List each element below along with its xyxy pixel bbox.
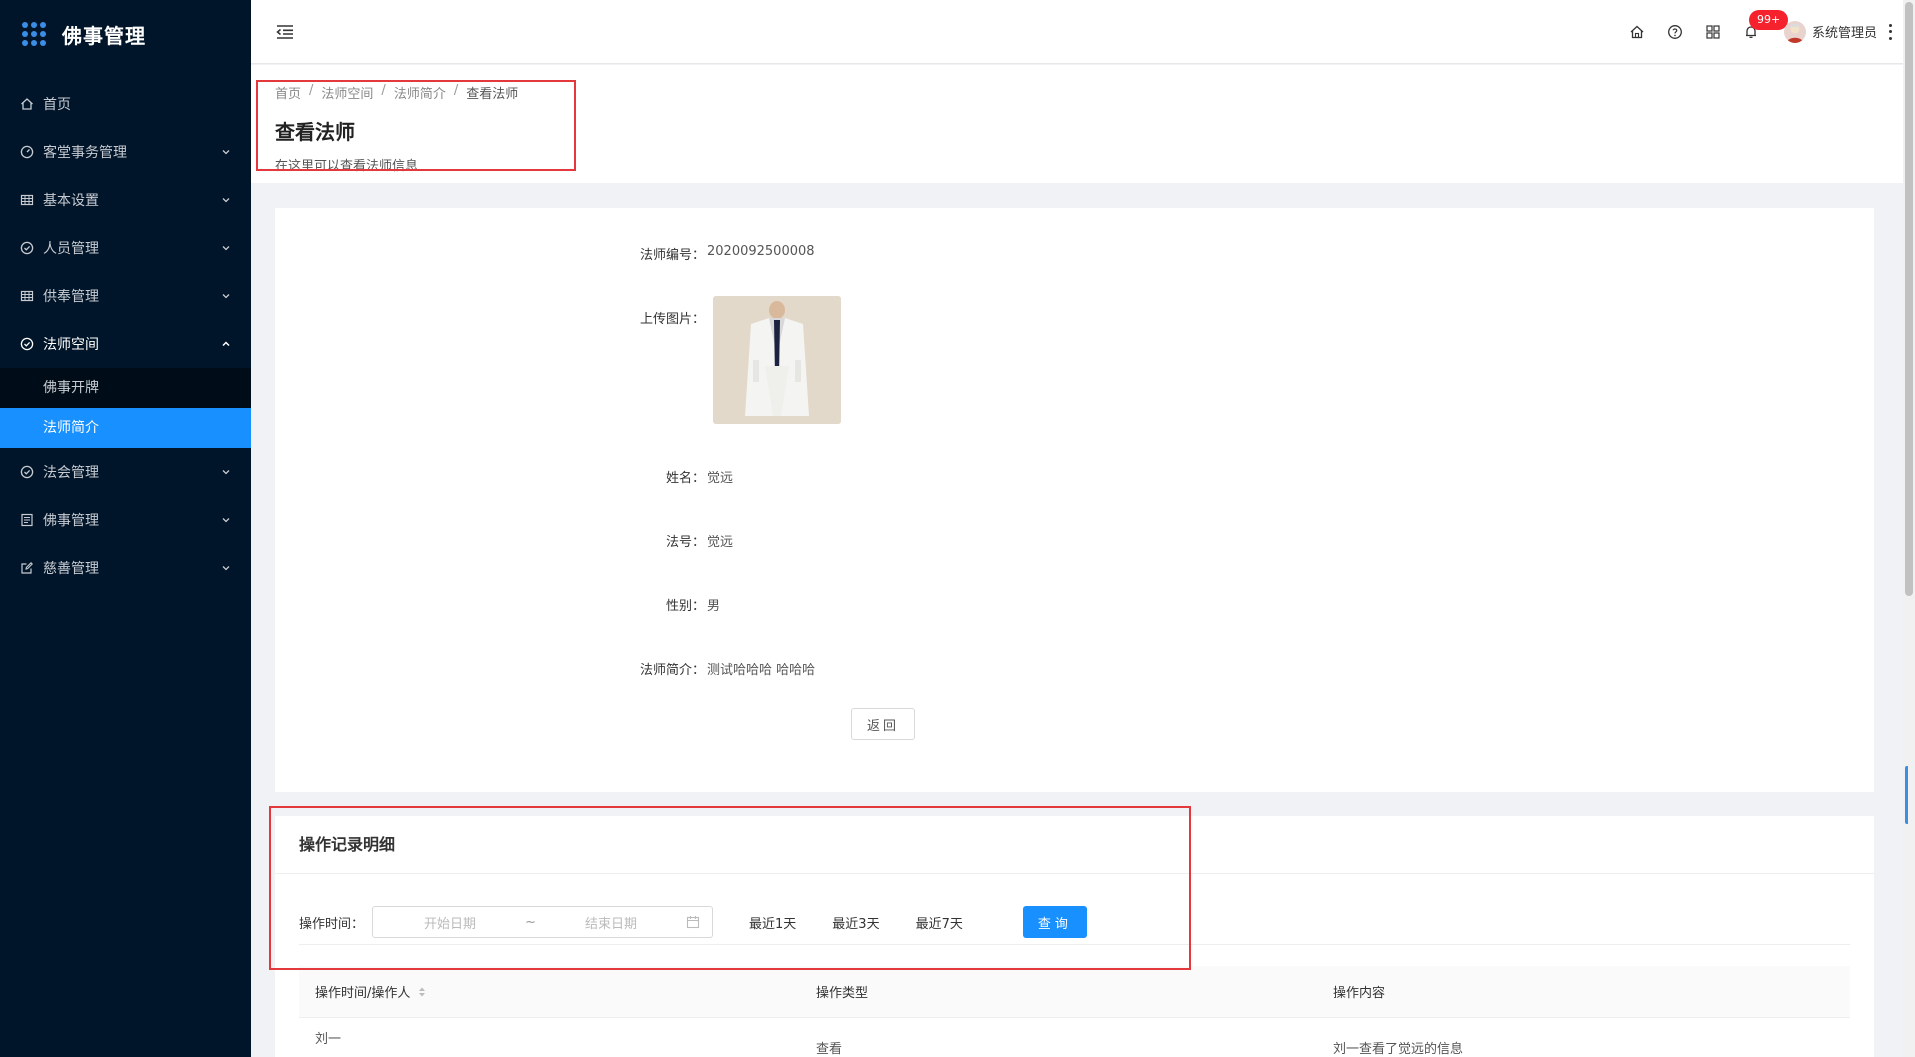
more-vertical-icon[interactable] xyxy=(1889,23,1893,40)
sidebar-item-label: 客堂事务管理 xyxy=(43,145,127,161)
sidebar-item-label: 佛事管理 xyxy=(43,513,99,529)
bell-icon[interactable]: 99+ xyxy=(1743,9,1789,40)
sidebar-item-buddhist-affairs[interactable]: 佛事管理 xyxy=(0,496,251,544)
scroll-indicator xyxy=(1905,766,1915,824)
dharma-name-value: 觉远 xyxy=(707,535,734,550)
app-title: 佛事管理 xyxy=(62,23,146,48)
sidebar-item-label: 慈善管理 xyxy=(43,561,99,577)
field-master-number: 法师编号： 2020092500008 xyxy=(275,244,1874,263)
table-icon xyxy=(20,289,34,303)
row-operator: 刘一 xyxy=(315,1032,342,1047)
page-scrollbar[interactable] xyxy=(1903,0,1915,1057)
field-intro: 法师简介： 测试哈哈哈 哈哈哈 xyxy=(275,659,1874,678)
apps-icon[interactable] xyxy=(1705,24,1721,40)
gender-value: 男 xyxy=(707,599,721,614)
dashboard-icon xyxy=(20,145,34,159)
sidebar-item-offerings[interactable]: 供奉管理 xyxy=(0,272,251,320)
sidebar-item-label: 人员管理 xyxy=(43,241,99,257)
apps-grid-icon xyxy=(22,22,46,46)
sidebar-subitem-buddhist-rite-open[interactable]: 佛事开牌 xyxy=(0,368,251,408)
sidebar-item-label: 供奉管理 xyxy=(43,289,99,305)
field-label: 法号： xyxy=(665,535,705,550)
table-icon xyxy=(20,193,34,207)
sidebar-submenu: 佛事开牌 法师简介 xyxy=(0,368,251,448)
sidebar-item-basic-settings[interactable]: 基本设置 xyxy=(0,176,251,224)
header-actions: 99+ 系统管理员 xyxy=(1618,0,1893,64)
list-icon xyxy=(20,513,34,527)
master-number-value: 2020092500008 xyxy=(707,244,815,259)
sidebar-item-label: 首页 xyxy=(43,97,71,113)
row-content: 刘一查看了觉远的信息 xyxy=(1333,1042,1464,1057)
sidebar-item-personnel[interactable]: 人员管理 xyxy=(0,224,251,272)
chevron-down-icon xyxy=(222,518,230,523)
column-header-time-operator[interactable]: 操作时间/操作人 xyxy=(299,982,816,1001)
sidebar-menu: 首页 客堂事务管理 基本设置 人员管理 供奉管理 法师空间 佛事开牌 法师简介 … xyxy=(0,80,251,592)
field-name: 姓名： 觉远 xyxy=(275,467,1874,486)
logo[interactable]: 佛事管理 xyxy=(0,0,251,68)
field-label: 性别： xyxy=(665,599,705,614)
chevron-down-icon xyxy=(222,470,230,475)
chevron-down-icon xyxy=(222,198,230,203)
sidebar-item-guest-hall[interactable]: 客堂事务管理 xyxy=(0,128,251,176)
sidebar-item-master-space[interactable]: 法师空间 xyxy=(0,320,251,368)
sidebar-item-label: 法会管理 xyxy=(43,465,99,481)
column-header-content: 操作内容 xyxy=(1333,986,1386,1001)
sidebar: 佛事管理 首页 客堂事务管理 基本设置 人员管理 供奉管理 法师空间 佛事开牌 … xyxy=(0,0,251,1057)
check-circle-icon xyxy=(20,465,34,479)
chevron-down-icon xyxy=(222,566,230,571)
help-icon[interactable] xyxy=(1667,24,1683,40)
master-photo[interactable] xyxy=(713,296,841,424)
highlight-box xyxy=(256,80,576,171)
master-detail-card: 法师编号： 2020092500008 上传图片： 姓名： 觉远 法号： 觉远 … xyxy=(275,208,1874,792)
chevron-down-icon xyxy=(222,294,230,299)
user-name[interactable]: 系统管理员 xyxy=(1812,22,1877,41)
sidebar-item-home[interactable]: 首页 xyxy=(0,80,251,128)
field-gender: 性别： 男 xyxy=(275,595,1874,614)
field-photo: 上传图片： xyxy=(275,308,1874,327)
field-label: 上传图片： xyxy=(639,312,705,327)
home-icon xyxy=(20,97,34,111)
intro-value: 测试哈哈哈 哈哈哈 xyxy=(707,663,816,678)
sidebar-item-label: 法师空间 xyxy=(43,337,99,353)
field-label: 法师简介： xyxy=(639,663,705,678)
check-circle-icon xyxy=(20,241,34,255)
chevron-down-icon xyxy=(222,246,230,251)
sidebar-item-label: 基本设置 xyxy=(43,193,99,209)
chevron-up-icon xyxy=(222,341,230,347)
name-value: 觉远 xyxy=(707,471,734,486)
column-header-label: 操作时间/操作人 xyxy=(315,986,411,1001)
chevron-down-icon xyxy=(222,150,230,155)
column-header-type: 操作类型 xyxy=(816,986,869,1001)
home-icon[interactable] xyxy=(1629,24,1645,40)
field-label: 姓名： xyxy=(665,471,705,486)
check-circle-icon xyxy=(20,337,34,351)
highlight-box xyxy=(269,806,1191,970)
sidebar-item-charity[interactable]: 慈善管理 xyxy=(0,544,251,592)
menu-fold-icon[interactable] xyxy=(275,22,295,42)
scrollbar-thumb[interactable] xyxy=(1905,2,1913,596)
field-label: 法师编号： xyxy=(639,248,705,263)
sidebar-item-dharma-assembly[interactable]: 法会管理 xyxy=(0,448,251,496)
avatar[interactable] xyxy=(1783,20,1806,43)
notification-badge: 99+ xyxy=(1748,9,1789,30)
row-type: 查看 xyxy=(816,1042,843,1057)
edit-icon xyxy=(20,561,34,575)
field-dharma-name: 法号： 觉远 xyxy=(275,531,1874,550)
back-button[interactable]: 返回 xyxy=(851,708,915,740)
top-header: 99+ 系统管理员 xyxy=(251,0,1903,64)
table-header: 操作时间/操作人 操作类型 操作内容 xyxy=(299,966,1850,1018)
sidebar-subitem-master-intro[interactable]: 法师简介 xyxy=(0,408,251,448)
sort-icon[interactable] xyxy=(418,986,426,998)
table-row: 刘一 查看 刘一查看了觉远的信息 xyxy=(299,1028,1850,1057)
